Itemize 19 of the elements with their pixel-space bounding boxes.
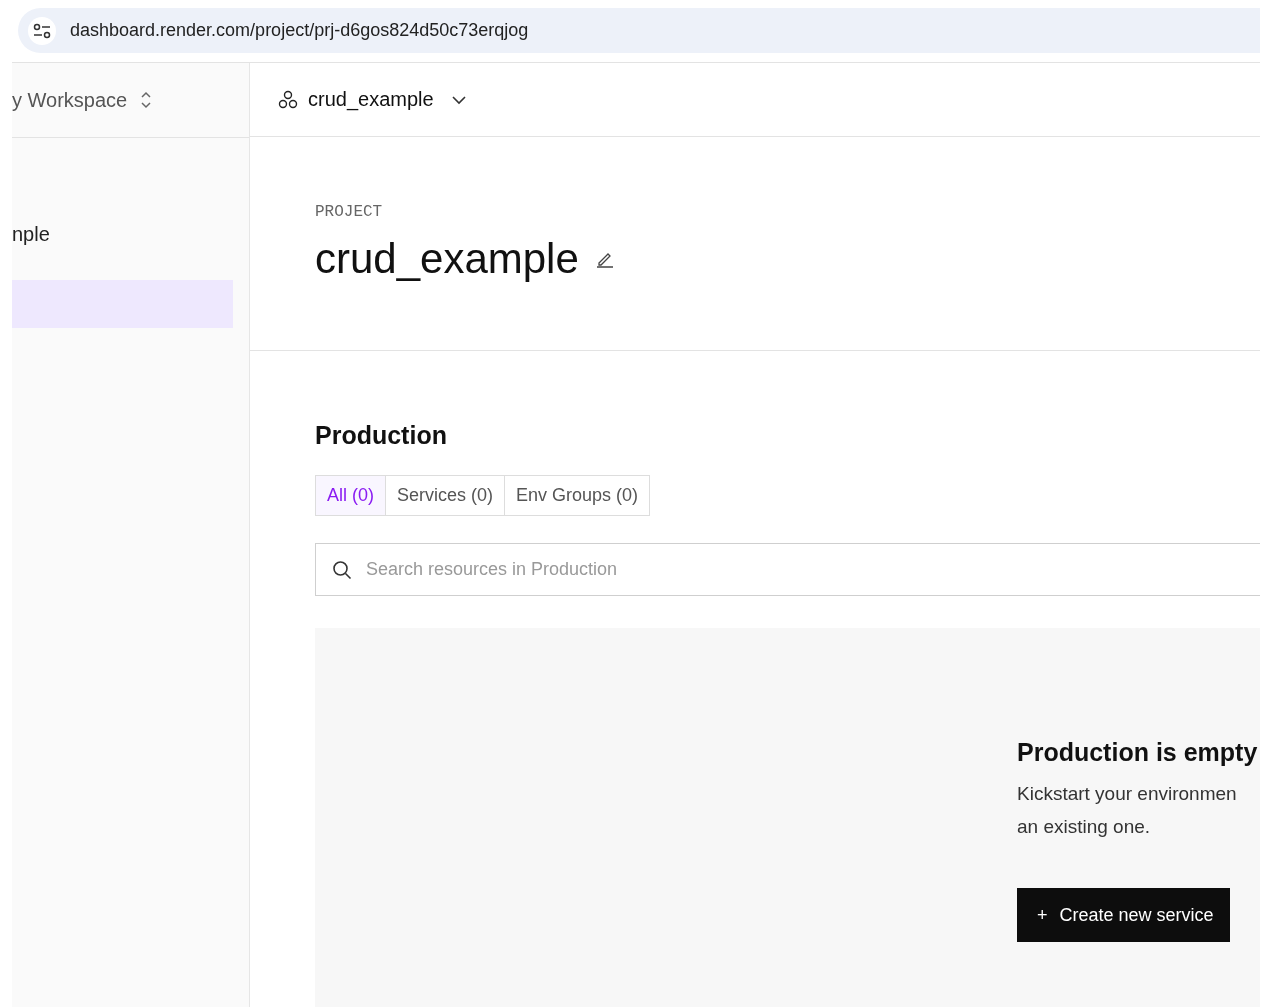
sidebar-item[interactable]: nple xyxy=(12,210,233,258)
url-text: dashboard.render.com/project/prj-d6gos824d50c73erqjog xyxy=(70,20,529,41)
search-icon xyxy=(332,559,352,580)
chevron-down-icon xyxy=(451,94,466,105)
create-service-button[interactable]: + Create new service xyxy=(1017,888,1230,942)
search-field[interactable]: Search resources in Production xyxy=(315,543,1260,596)
section-label: PROJECT xyxy=(315,203,384,222)
address-bar[interactable]: dashboard.render.com/project/prj-d6gos824d50c73erqjog xyxy=(18,8,1260,53)
project-title: crud_example xyxy=(315,235,579,284)
project-icon xyxy=(278,89,298,110)
filter-tab[interactable]: All (0) xyxy=(316,476,386,515)
workspace-name[interactable]: y Workspace xyxy=(12,88,128,112)
project-selector[interactable]: crud_example xyxy=(278,88,466,112)
site-settings-icon[interactable] xyxy=(28,16,56,45)
search-input[interactable]: Search resources in Production xyxy=(364,558,1260,581)
empty-state-title: Production is empty xyxy=(1017,738,1259,767)
expand-icon[interactable] xyxy=(141,91,152,109)
empty-state-text: Kickstart your environmen an existing one. xyxy=(1017,782,1238,839)
section-heading: Production xyxy=(315,421,448,450)
